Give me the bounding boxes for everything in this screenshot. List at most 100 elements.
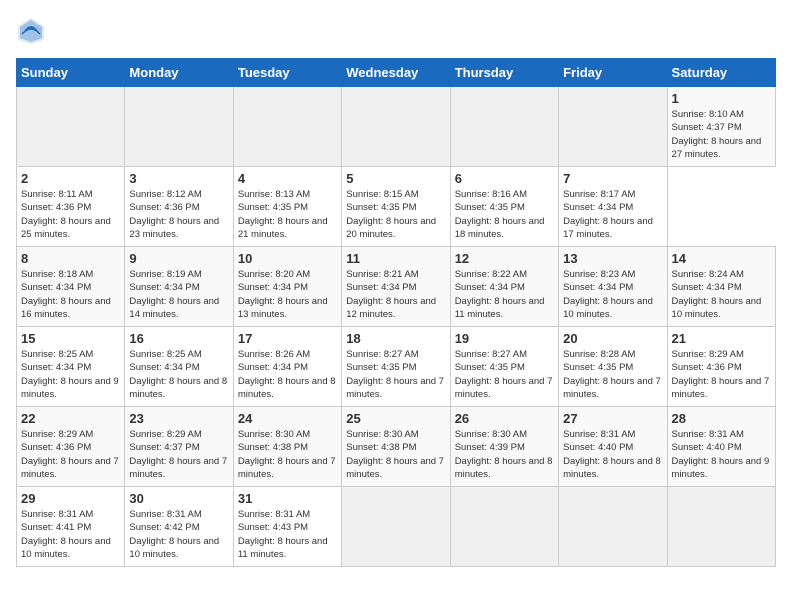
calendar-cell: 6 Sunrise: 8:16 AMSunset: 4:35 PMDayligh…: [450, 167, 558, 247]
day-detail: Sunrise: 8:25 AMSunset: 4:34 PMDaylight:…: [21, 349, 119, 400]
calendar-cell: 15 Sunrise: 8:25 AMSunset: 4:34 PMDaylig…: [17, 327, 125, 407]
day-number: 14: [672, 251, 771, 266]
calendar-cell: [342, 487, 450, 567]
day-number: 28: [672, 411, 771, 426]
calendar-cell: 29 Sunrise: 8:31 AMSunset: 4:41 PMDaylig…: [17, 487, 125, 567]
day-detail: Sunrise: 8:31 AMSunset: 4:43 PMDaylight:…: [238, 509, 328, 560]
calendar-cell: 26 Sunrise: 8:30 AMSunset: 4:39 PMDaylig…: [450, 407, 558, 487]
col-header-friday: Friday: [559, 59, 667, 87]
day-number: 7: [563, 171, 662, 186]
day-detail: Sunrise: 8:13 AMSunset: 4:35 PMDaylight:…: [238, 189, 328, 240]
day-number: 6: [455, 171, 554, 186]
calendar-cell: 14 Sunrise: 8:24 AMSunset: 4:34 PMDaylig…: [667, 247, 775, 327]
day-detail: Sunrise: 8:15 AMSunset: 4:35 PMDaylight:…: [346, 189, 436, 240]
day-detail: Sunrise: 8:18 AMSunset: 4:34 PMDaylight:…: [21, 269, 111, 320]
calendar-cell: 23 Sunrise: 8:29 AMSunset: 4:37 PMDaylig…: [125, 407, 233, 487]
week-row-5: 22 Sunrise: 8:29 AMSunset: 4:36 PMDaylig…: [17, 407, 776, 487]
day-detail: Sunrise: 8:10 AMSunset: 4:37 PMDaylight:…: [672, 109, 762, 160]
day-number: 11: [346, 251, 445, 266]
day-number: 12: [455, 251, 554, 266]
day-detail: Sunrise: 8:31 AMSunset: 4:40 PMDaylight:…: [563, 429, 661, 480]
day-number: 22: [21, 411, 120, 426]
day-number: 27: [563, 411, 662, 426]
calendar-cell: [667, 487, 775, 567]
calendar-cell: 20 Sunrise: 8:28 AMSunset: 4:35 PMDaylig…: [559, 327, 667, 407]
day-number: 16: [129, 331, 228, 346]
day-number: 4: [238, 171, 337, 186]
calendar-cell: 21 Sunrise: 8:29 AMSunset: 4:36 PMDaylig…: [667, 327, 775, 407]
calendar-cell: 12 Sunrise: 8:22 AMSunset: 4:34 PMDaylig…: [450, 247, 558, 327]
calendar-cell: 3 Sunrise: 8:12 AMSunset: 4:36 PMDayligh…: [125, 167, 233, 247]
col-header-wednesday: Wednesday: [342, 59, 450, 87]
calendar-cell: 1 Sunrise: 8:10 AMSunset: 4:37 PMDayligh…: [667, 87, 775, 167]
day-detail: Sunrise: 8:12 AMSunset: 4:36 PMDaylight:…: [129, 189, 219, 240]
calendar-cell: 5 Sunrise: 8:15 AMSunset: 4:35 PMDayligh…: [342, 167, 450, 247]
week-row-1: 1 Sunrise: 8:10 AMSunset: 4:37 PMDayligh…: [17, 87, 776, 167]
day-number: 5: [346, 171, 445, 186]
day-detail: Sunrise: 8:30 AMSunset: 4:38 PMDaylight:…: [238, 429, 336, 480]
day-detail: Sunrise: 8:27 AMSunset: 4:35 PMDaylight:…: [455, 349, 553, 400]
col-header-thursday: Thursday: [450, 59, 558, 87]
day-number: 10: [238, 251, 337, 266]
calendar-cell: [450, 87, 558, 167]
day-detail: Sunrise: 8:17 AMSunset: 4:34 PMDaylight:…: [563, 189, 653, 240]
calendar-cell: 7 Sunrise: 8:17 AMSunset: 4:34 PMDayligh…: [559, 167, 667, 247]
calendar-cell: 2 Sunrise: 8:11 AMSunset: 4:36 PMDayligh…: [17, 167, 125, 247]
day-detail: Sunrise: 8:11 AMSunset: 4:36 PMDaylight:…: [21, 189, 111, 240]
calendar-cell: 10 Sunrise: 8:20 AMSunset: 4:34 PMDaylig…: [233, 247, 341, 327]
calendar-cell: 31 Sunrise: 8:31 AMSunset: 4:43 PMDaylig…: [233, 487, 341, 567]
calendar-cell: [17, 87, 125, 167]
week-row-2: 2 Sunrise: 8:11 AMSunset: 4:36 PMDayligh…: [17, 167, 776, 247]
calendar-cell: 4 Sunrise: 8:13 AMSunset: 4:35 PMDayligh…: [233, 167, 341, 247]
calendar-cell: 13 Sunrise: 8:23 AMSunset: 4:34 PMDaylig…: [559, 247, 667, 327]
logo-icon: [16, 16, 46, 46]
calendar-cell: 11 Sunrise: 8:21 AMSunset: 4:34 PMDaylig…: [342, 247, 450, 327]
week-row-3: 8 Sunrise: 8:18 AMSunset: 4:34 PMDayligh…: [17, 247, 776, 327]
day-detail: Sunrise: 8:31 AMSunset: 4:41 PMDaylight:…: [21, 509, 111, 560]
calendar-cell: [559, 87, 667, 167]
day-number: 30: [129, 491, 228, 506]
day-detail: Sunrise: 8:28 AMSunset: 4:35 PMDaylight:…: [563, 349, 661, 400]
day-number: 19: [455, 331, 554, 346]
page-header: [16, 16, 776, 46]
day-detail: Sunrise: 8:29 AMSunset: 4:36 PMDaylight:…: [21, 429, 119, 480]
week-row-6: 29 Sunrise: 8:31 AMSunset: 4:41 PMDaylig…: [17, 487, 776, 567]
day-detail: Sunrise: 8:24 AMSunset: 4:34 PMDaylight:…: [672, 269, 762, 320]
calendar-cell: [233, 87, 341, 167]
calendar-cell: [450, 487, 558, 567]
calendar-cell: 18 Sunrise: 8:27 AMSunset: 4:35 PMDaylig…: [342, 327, 450, 407]
day-detail: Sunrise: 8:23 AMSunset: 4:34 PMDaylight:…: [563, 269, 653, 320]
day-detail: Sunrise: 8:16 AMSunset: 4:35 PMDaylight:…: [455, 189, 545, 240]
day-number: 9: [129, 251, 228, 266]
calendar-cell: 27 Sunrise: 8:31 AMSunset: 4:40 PMDaylig…: [559, 407, 667, 487]
calendar-cell: [342, 87, 450, 167]
logo: [16, 16, 50, 46]
day-number: 25: [346, 411, 445, 426]
day-number: 23: [129, 411, 228, 426]
day-detail: Sunrise: 8:26 AMSunset: 4:34 PMDaylight:…: [238, 349, 336, 400]
day-detail: Sunrise: 8:31 AMSunset: 4:40 PMDaylight:…: [672, 429, 770, 480]
day-number: 20: [563, 331, 662, 346]
calendar-cell: 24 Sunrise: 8:30 AMSunset: 4:38 PMDaylig…: [233, 407, 341, 487]
header-row: SundayMondayTuesdayWednesdayThursdayFrid…: [17, 59, 776, 87]
day-detail: Sunrise: 8:30 AMSunset: 4:39 PMDaylight:…: [455, 429, 553, 480]
calendar-cell: 22 Sunrise: 8:29 AMSunset: 4:36 PMDaylig…: [17, 407, 125, 487]
day-number: 13: [563, 251, 662, 266]
day-detail: Sunrise: 8:30 AMSunset: 4:38 PMDaylight:…: [346, 429, 444, 480]
col-header-saturday: Saturday: [667, 59, 775, 87]
calendar-cell: 8 Sunrise: 8:18 AMSunset: 4:34 PMDayligh…: [17, 247, 125, 327]
day-detail: Sunrise: 8:20 AMSunset: 4:34 PMDaylight:…: [238, 269, 328, 320]
col-header-tuesday: Tuesday: [233, 59, 341, 87]
day-number: 26: [455, 411, 554, 426]
calendar-cell: 30 Sunrise: 8:31 AMSunset: 4:42 PMDaylig…: [125, 487, 233, 567]
day-number: 17: [238, 331, 337, 346]
calendar-cell: [559, 487, 667, 567]
day-detail: Sunrise: 8:25 AMSunset: 4:34 PMDaylight:…: [129, 349, 227, 400]
day-detail: Sunrise: 8:22 AMSunset: 4:34 PMDaylight:…: [455, 269, 545, 320]
day-detail: Sunrise: 8:27 AMSunset: 4:35 PMDaylight:…: [346, 349, 444, 400]
calendar-cell: 9 Sunrise: 8:19 AMSunset: 4:34 PMDayligh…: [125, 247, 233, 327]
col-header-sunday: Sunday: [17, 59, 125, 87]
day-number: 18: [346, 331, 445, 346]
day-number: 3: [129, 171, 228, 186]
day-number: 31: [238, 491, 337, 506]
